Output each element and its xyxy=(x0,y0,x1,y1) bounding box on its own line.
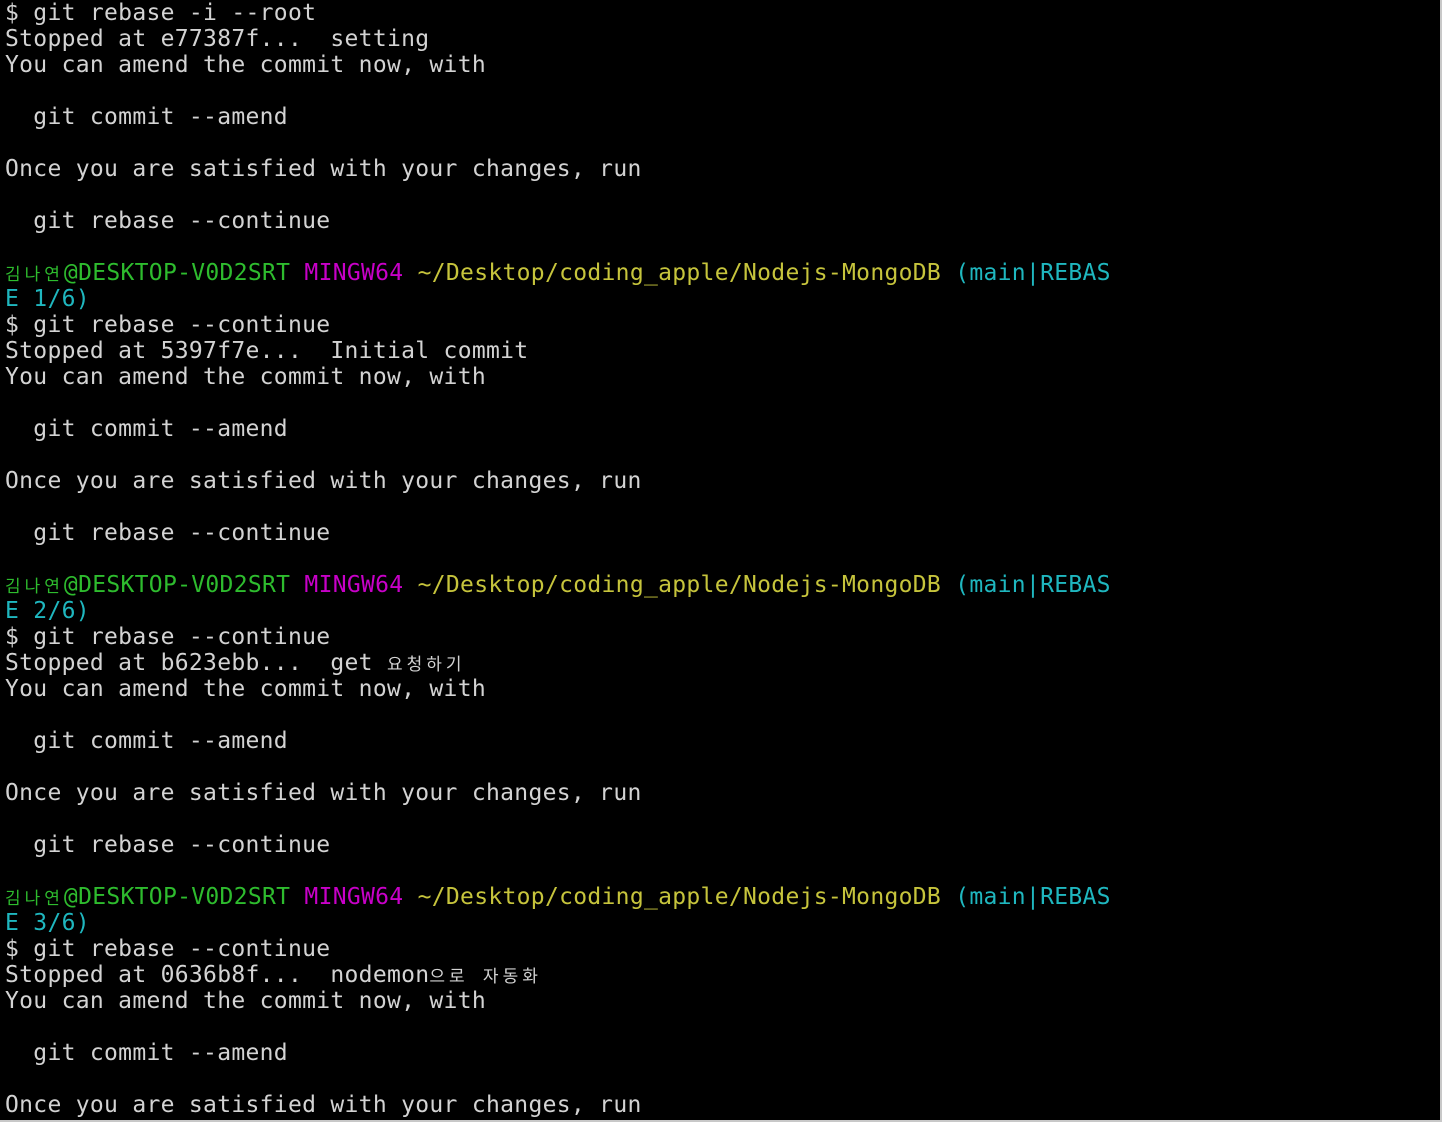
line-segment: You can amend the commit now, with xyxy=(5,676,487,702)
line-segment: $ git rebase --continue xyxy=(5,936,331,962)
terminal-line: Once you are satisfied with your changes… xyxy=(5,1092,1111,1118)
line-segment: MINGW64 xyxy=(290,572,404,598)
line-segment: 으로 자동화 xyxy=(429,967,542,987)
line-segment: ~/Desktop/coding_apple/Nodejs-MongoDB xyxy=(403,572,942,598)
line-segment: Stopped at 5397f7e... Initial commit xyxy=(5,338,529,364)
line-segment: 김나연 xyxy=(5,889,64,909)
line-segment: (main|REBAS xyxy=(941,572,1111,598)
line-segment: git rebase --continue xyxy=(5,832,331,858)
terminal-window[interactable]: $ git rebase -i --root Stopped at e77387f… xyxy=(0,0,1442,1122)
terminal-line: You can amend the commit now, with xyxy=(5,364,1111,390)
terminal-line: Stopped at 5397f7e... Initial commit xyxy=(5,338,1111,364)
line-segment: $ git rebase --continue xyxy=(5,312,331,338)
line-segment: 요청하기 xyxy=(386,655,466,675)
line-segment: git rebase --continue xyxy=(5,208,331,234)
terminal-line: You can amend the commit now, with xyxy=(5,988,1111,1014)
line-segment: Once you are satisfied with your changes… xyxy=(5,780,642,806)
line-segment: Once you are satisfied with your changes… xyxy=(5,1092,642,1118)
terminal-line: git commit --amend xyxy=(5,728,1111,754)
line-segment: MINGW64 xyxy=(290,884,404,910)
shell-prompt-continuation: E 1/6) xyxy=(5,286,1111,312)
terminal-line: git commit --amend xyxy=(5,416,1111,442)
line-segment: (main|REBAS xyxy=(941,260,1111,286)
shell-prompt-continuation: E 3/6) xyxy=(5,910,1111,936)
line-segment: git commit --amend xyxy=(5,1040,288,1066)
line-segment: git commit --amend xyxy=(5,104,288,130)
line-segment: @DESKTOP-V0D2SRT xyxy=(63,884,291,910)
line-segment: Stopped at b623ebb... get xyxy=(5,650,387,676)
line-segment: 김나연 xyxy=(5,265,64,285)
terminal-line: $ git rebase --continue xyxy=(5,624,1111,650)
line-segment: You can amend the commit now, with xyxy=(5,52,487,78)
shell-prompt-line: 김나연@DESKTOP-V0D2SRT MINGW64 ~/Desktop/co… xyxy=(5,572,1111,598)
line-segment: @DESKTOP-V0D2SRT xyxy=(63,260,291,286)
terminal-line: You can amend the commit now, with xyxy=(5,52,1111,78)
terminal-line: You can amend the commit now, with xyxy=(5,676,1111,702)
line-segment: You can amend the commit now, with xyxy=(5,364,487,390)
line-segment: ~/Desktop/coding_apple/Nodejs-MongoDB xyxy=(403,260,942,286)
line-segment: (main|REBAS xyxy=(941,884,1111,910)
line-segment: MINGW64 xyxy=(290,260,404,286)
line-segment: ~/Desktop/coding_apple/Nodejs-MongoDB xyxy=(403,884,942,910)
terminal-line: git commit --amend xyxy=(5,1040,1111,1066)
line-segment: Once you are satisfied with your changes… xyxy=(5,156,642,182)
line-segment: Stopped at e77387f... setting xyxy=(5,26,430,52)
terminal-line: $ git rebase --continue xyxy=(5,312,1111,338)
terminal-line: Stopped at e77387f... setting xyxy=(5,26,1111,52)
line-segment: git commit --amend xyxy=(5,416,288,442)
terminal-line: Once you are satisfied with your changes… xyxy=(5,156,1111,182)
terminal-line: git rebase --continue xyxy=(5,832,1111,858)
terminal-line: git rebase --continue xyxy=(5,520,1111,546)
line-segment: 김나연 xyxy=(5,577,64,597)
line-segment: You can amend the commit now, with xyxy=(5,988,487,1014)
terminal-line: Stopped at b623ebb... get 요청하기 xyxy=(5,650,1111,676)
line-segment: E 3/6) xyxy=(5,910,90,936)
line-segment: $ git rebase --continue xyxy=(5,624,331,650)
terminal-line: $ git rebase -i --root xyxy=(5,0,1111,26)
line-segment: Once you are satisfied with your changes… xyxy=(5,468,642,494)
terminal-line: $ git rebase --continue xyxy=(5,936,1111,962)
line-segment: @DESKTOP-V0D2SRT xyxy=(63,572,291,598)
terminal-line: git commit --amend xyxy=(5,104,1111,130)
line-segment: git rebase --continue xyxy=(5,520,331,546)
line-segment: Stopped at 0636b8f... nodemon xyxy=(5,962,430,988)
line-segment: E 1/6) xyxy=(5,286,90,312)
line-segment: $ git rebase -i --root xyxy=(5,0,317,26)
line-segment: E 2/6) xyxy=(5,598,90,624)
terminal-line: git rebase --continue xyxy=(5,208,1111,234)
terminal-line: Once you are satisfied with your changes… xyxy=(5,780,1111,806)
shell-prompt-line: 김나연@DESKTOP-V0D2SRT MINGW64 ~/Desktop/co… xyxy=(5,260,1111,286)
shell-prompt-line: 김나연@DESKTOP-V0D2SRT MINGW64 ~/Desktop/co… xyxy=(5,884,1111,910)
shell-prompt-continuation: E 2/6) xyxy=(5,598,1111,624)
line-segment: git commit --amend xyxy=(5,728,288,754)
terminal-line: Stopped at 0636b8f... nodemon으로 자동화 xyxy=(5,962,1111,988)
terminal-output: $ git rebase -i --root Stopped at e77387f… xyxy=(5,0,1111,1118)
terminal-line: Once you are satisfied with your changes… xyxy=(5,468,1111,494)
